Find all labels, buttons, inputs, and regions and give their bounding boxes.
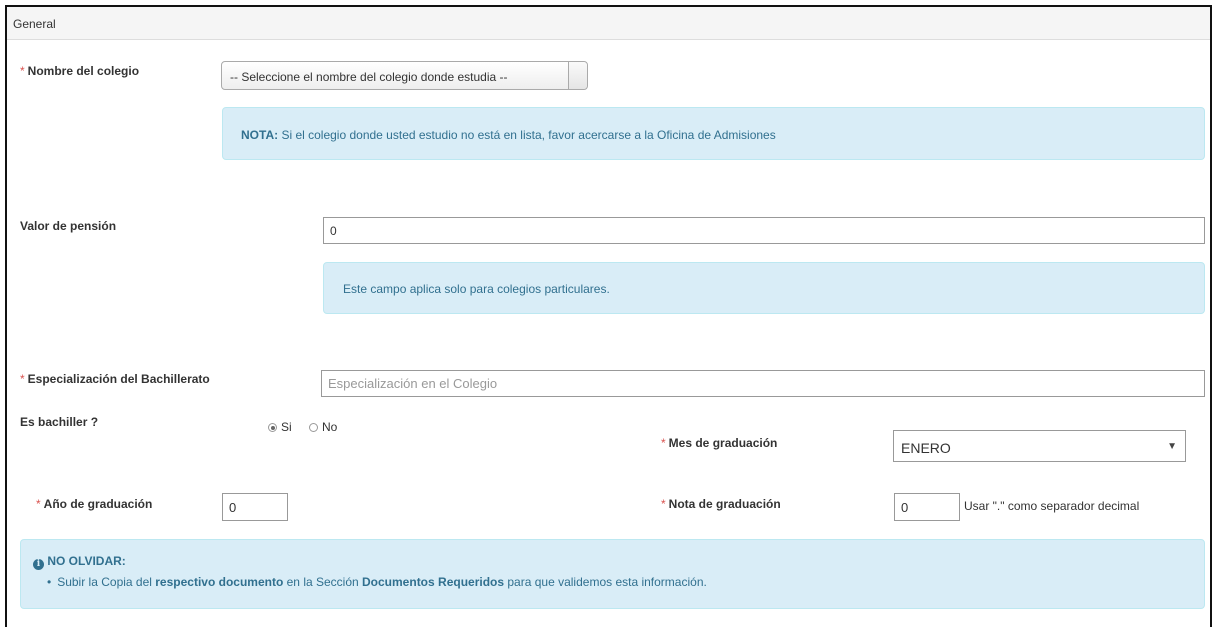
radio-empty-icon[interactable]: [309, 423, 319, 433]
radio-selected-icon[interactable]: [268, 423, 277, 433]
reminder-box: i NO OLVIDAR: • Subir la Copia del respec…: [20, 539, 1205, 609]
nota-grad-input[interactable]: [894, 493, 960, 521]
especializacion-input[interactable]: [321, 370, 1205, 397]
caret-down-icon: ▼: [1167, 441, 1177, 452]
pension-note-text: Este campo aplica solo para colegios par…: [343, 282, 610, 296]
colegio-label: * Nombre del colegio: [20, 64, 140, 78]
mes-value: ENERO: [901, 440, 951, 456]
select-caret: [568, 62, 587, 89]
bachiller-label: Es bachiller ?: [20, 415, 99, 429]
nota-grad-hint: Usar "." como separador decimal: [964, 499, 1140, 513]
bachiller-radio-group: Si No: [268, 420, 337, 434]
panel-heading: General: [7, 7, 1210, 40]
info-circle-icon: i: [33, 559, 44, 570]
pension-note: Este campo aplica solo para colegios par…: [323, 262, 1205, 314]
note-prefix: NOTA:: [241, 128, 279, 142]
required-mark: *: [20, 64, 25, 78]
form-frame: [5, 5, 1212, 627]
nota-grad-label: * Nota de graduación: [661, 497, 781, 511]
mes-select[interactable]: ENERO ▼: [893, 430, 1186, 462]
required-mark: *: [20, 372, 25, 386]
especializacion-label: * Especialización del Bachillerato: [20, 372, 210, 386]
pension-label: Valor de pensión: [20, 219, 117, 233]
required-mark: *: [661, 436, 666, 450]
anio-label: * Año de graduación: [36, 497, 153, 511]
panel-title: General: [13, 17, 56, 31]
required-mark: *: [36, 497, 41, 511]
anio-input[interactable]: [222, 493, 288, 521]
mes-label: * Mes de graduación: [661, 436, 778, 450]
reminder-title: NO OLVIDAR:: [47, 554, 126, 568]
note-text: Si el colegio donde usted estudio no est…: [278, 128, 776, 142]
reminder-item: • Subir la Copia del respectivo documento…: [47, 575, 707, 589]
required-mark: *: [661, 497, 666, 511]
colegio-select-value: -- Seleccione el nombre del colegio dond…: [230, 70, 508, 84]
colegio-select[interactable]: -- Seleccione el nombre del colegio dond…: [221, 61, 588, 90]
bachiller-option-si[interactable]: Si: [268, 420, 292, 434]
colegio-note: NOTA: Si el colegio donde usted estudio …: [222, 107, 1205, 160]
bachiller-option-no[interactable]: No: [309, 420, 337, 434]
pension-input[interactable]: [323, 217, 1205, 244]
